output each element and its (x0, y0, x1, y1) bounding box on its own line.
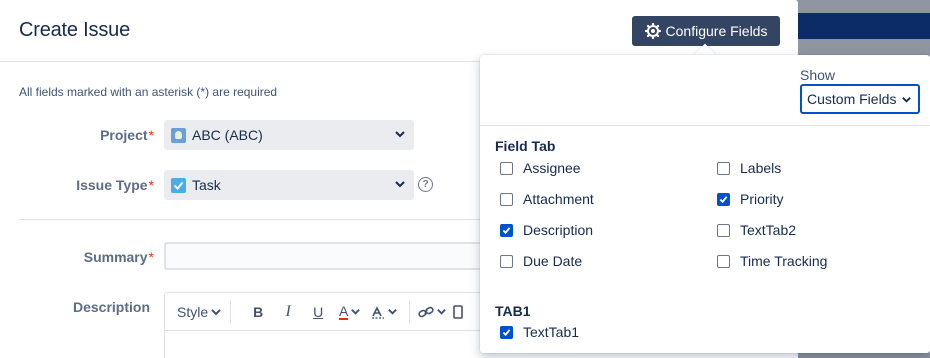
description-label: Description (72, 299, 150, 315)
checkbox-attachment[interactable]: Attachment (500, 191, 594, 207)
checkbox-label: TextTab2 (740, 222, 797, 238)
required-star: * (148, 177, 154, 193)
description-editor[interactable]: Style B I U A (164, 292, 485, 358)
checkbox-description[interactable]: Description (500, 222, 593, 238)
checkmark-icon (719, 195, 728, 203)
text-color-label: A (338, 302, 349, 320)
configure-fields-button[interactable]: Configure Fields (632, 16, 780, 46)
chevron-down-icon (351, 309, 361, 315)
summary-input[interactable] (164, 242, 484, 270)
checkbox-box-checked (500, 325, 513, 339)
attachment-button[interactable] (453, 304, 463, 319)
project-avatar-icon (171, 127, 186, 143)
style-label: Style (177, 303, 209, 320)
required-fields-note: All fields marked with an asterisk (*) a… (19, 85, 278, 99)
chevron-down-icon (395, 181, 405, 188)
text-color-button[interactable]: A (333, 304, 367, 320)
checkbox-box-checked (717, 192, 730, 206)
italic-button[interactable]: I (273, 303, 303, 321)
issue-type-value: Task (192, 177, 221, 193)
show-select[interactable]: Custom Fields (800, 84, 920, 114)
configure-fields-popover: Show Custom Fields Field Tab Assignee La… (480, 55, 930, 353)
checkbox-label: Attachment (523, 191, 594, 207)
underline-button[interactable]: U (303, 304, 333, 320)
checkbox-label: Priority (740, 191, 784, 207)
configure-fields-label: Configure Fields (665, 23, 768, 39)
chevron-down-icon (395, 131, 405, 138)
chevron-down-icon (387, 309, 397, 315)
popover-divider (480, 125, 930, 126)
checkbox-time-tracking[interactable]: Time Tracking (717, 253, 827, 269)
issue-type-label: Issue Type* (76, 177, 154, 193)
background-header-bar (798, 13, 930, 39)
checkbox-label: Assignee (523, 160, 581, 176)
checkbox-due-date[interactable]: Due Date (500, 253, 582, 269)
checkbox-label: TextTab1 (523, 324, 580, 340)
checkbox-label: Labels (740, 160, 782, 176)
toolbar-separator (409, 299, 411, 324)
checkbox-box (717, 254, 730, 268)
toolbar-separator (230, 299, 232, 324)
project-value: ABC (ABC) (192, 127, 263, 143)
checkbox-box (500, 161, 513, 175)
chevron-down-icon (902, 97, 911, 103)
group-title-field-tab: Field Tab (495, 138, 556, 154)
checkbox-label: Description (523, 222, 594, 238)
checkbox-texttab1[interactable]: TextTab1 (500, 324, 579, 340)
checkbox-priority[interactable]: Priority (717, 191, 784, 207)
task-icon (171, 177, 186, 193)
link-icon (418, 306, 434, 317)
checkbox-labels[interactable]: Labels (717, 160, 781, 176)
gear-icon (644, 23, 661, 39)
attachment-icon (453, 304, 463, 319)
checkbox-box (500, 254, 513, 268)
checkbox-box (717, 161, 730, 175)
text-style-icon (371, 305, 384, 319)
required-star: * (148, 249, 154, 265)
chevron-down-icon (211, 308, 221, 315)
form-divider (19, 219, 480, 220)
bold-button[interactable]: B (243, 304, 273, 320)
chevron-down-icon (437, 309, 446, 315)
checkbox-box-checked (500, 223, 513, 237)
editor-toolbar: Style B I U A (165, 293, 485, 331)
help-icon[interactable]: ? (418, 177, 433, 192)
group-title-tab1: TAB1 (495, 303, 531, 319)
issue-type-select[interactable]: Task (164, 170, 414, 200)
checkbox-assignee[interactable]: Assignee (500, 160, 581, 176)
checkbox-box (717, 223, 730, 237)
checkmark-icon (502, 328, 511, 336)
link-button[interactable] (418, 305, 447, 319)
project-select[interactable]: ABC (ABC) (164, 120, 414, 150)
summary-label: Summary* (83, 249, 154, 265)
show-label: Show (800, 67, 836, 83)
required-star: * (148, 127, 154, 143)
style-dropdown[interactable]: Style (177, 304, 222, 320)
checkbox-texttab2[interactable]: TextTab2 (717, 222, 796, 238)
clear-format-button[interactable] (367, 305, 401, 319)
checkbox-label: Due Date (523, 253, 583, 269)
checkmark-icon (502, 226, 511, 234)
checkbox-box (500, 192, 513, 206)
checkbox-label: Time Tracking (740, 253, 828, 269)
project-label: Project* (100, 127, 154, 143)
dialog-header: Create Issue Configure Fields (0, 0, 798, 62)
dialog-title: Create Issue (19, 19, 130, 41)
show-select-value: Custom Fields (807, 91, 897, 107)
